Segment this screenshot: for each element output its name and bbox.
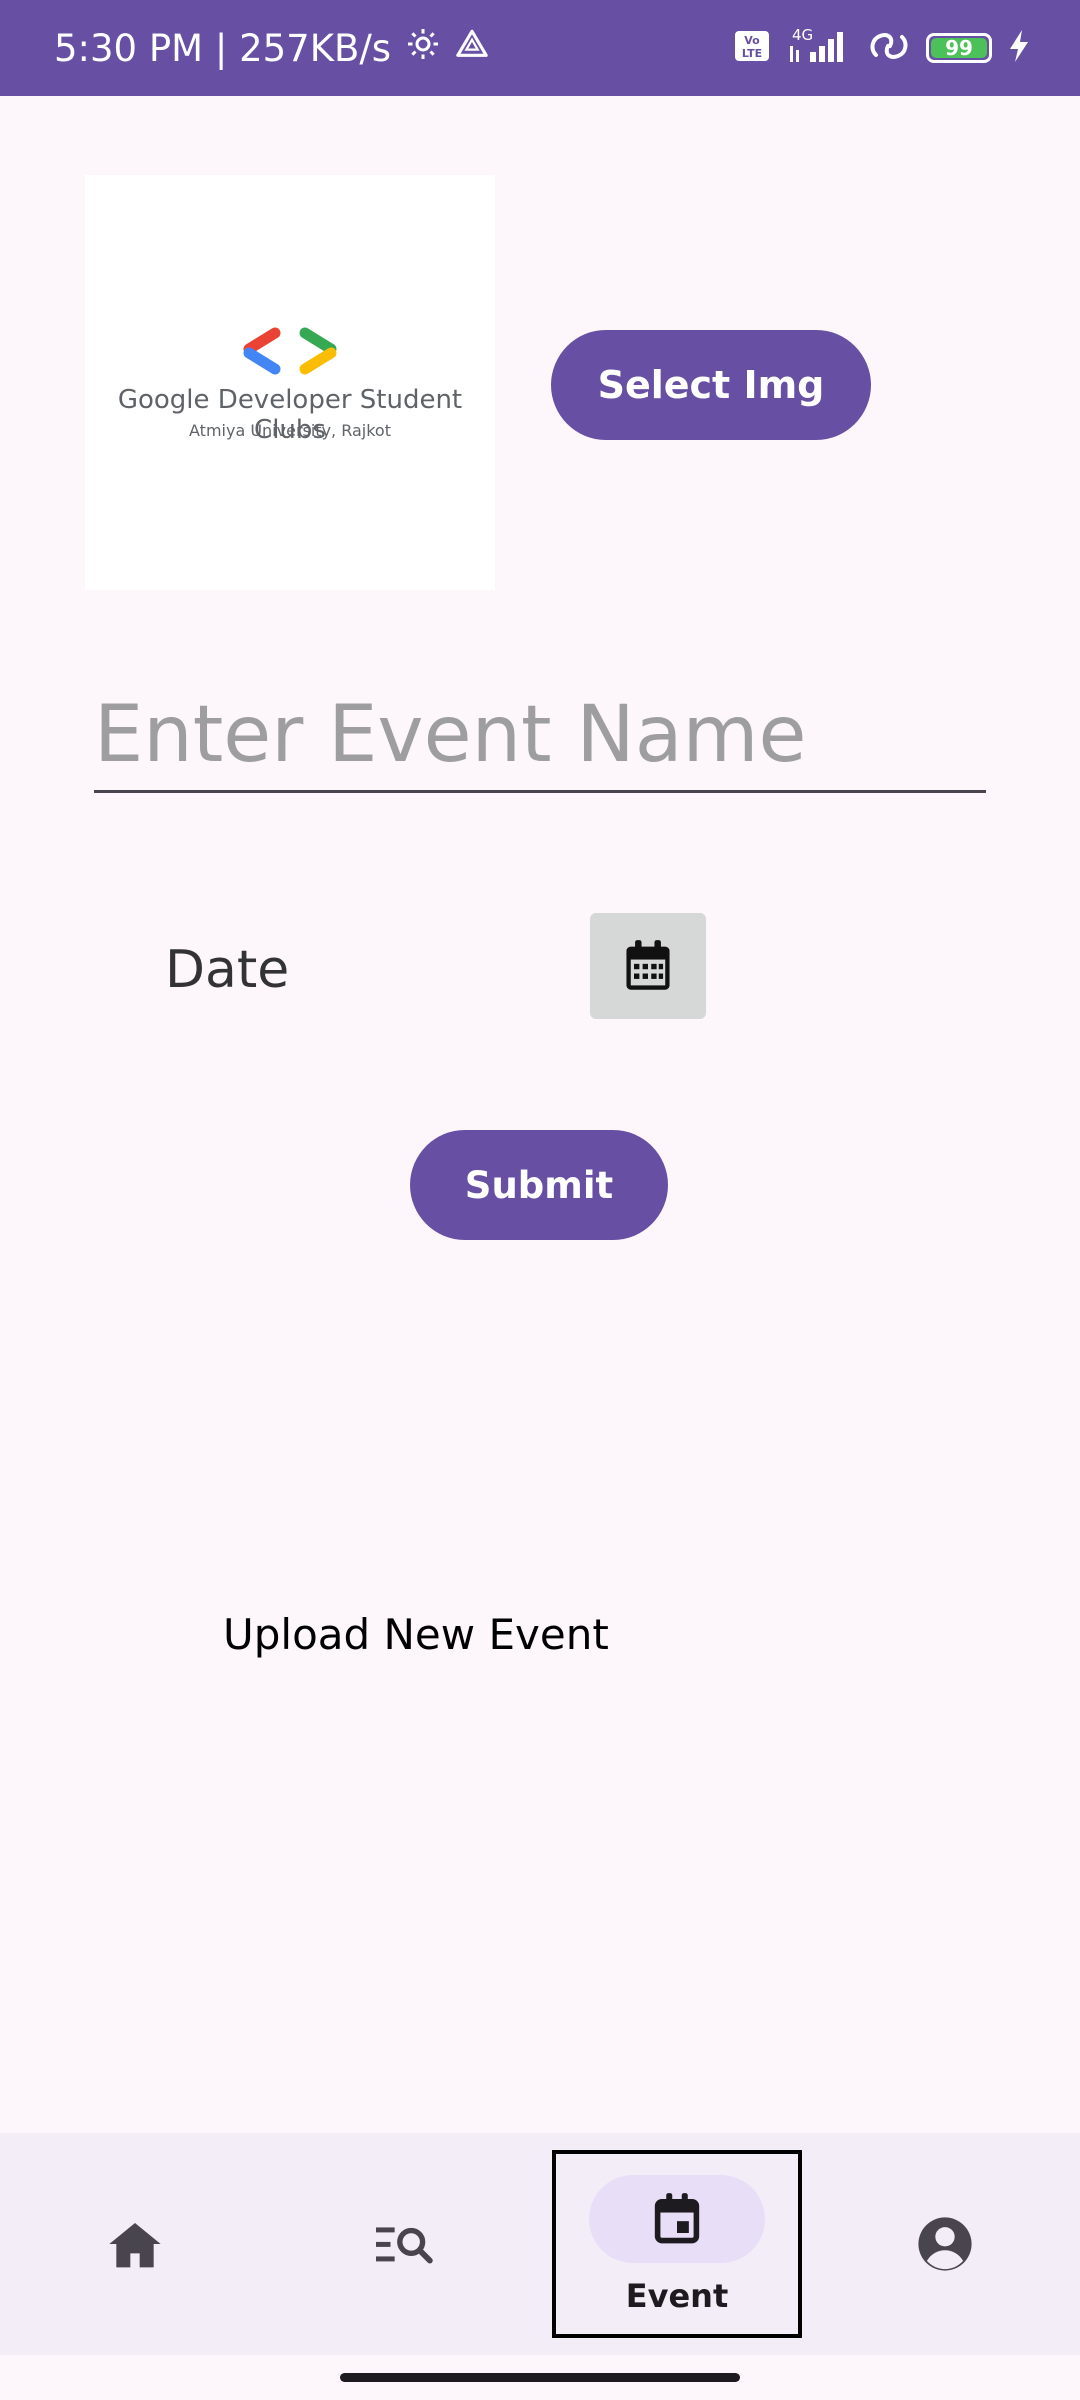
nav-active-indicator <box>589 2175 765 2263</box>
svg-text:4G: 4G <box>792 26 813 44</box>
calendar-event-icon <box>654 2193 700 2244</box>
gesture-handle[interactable] <box>340 2373 740 2382</box>
search-list-icon <box>376 2227 433 2264</box>
submit-button[interactable]: Submit <box>410 1130 668 1240</box>
svg-text:Vo: Vo <box>744 34 760 47</box>
nav-profile[interactable] <box>870 2133 1020 2355</box>
status-right: Vo LTE 4G 99 <box>734 0 1030 96</box>
svg-text:LTE: LTE <box>742 47 762 60</box>
settings-gear-icon <box>405 26 441 71</box>
battery-level: 99 <box>945 36 973 60</box>
charging-bolt-icon <box>1008 29 1030 68</box>
status-bar: 5:30 PM | 257KB/s Vo LTE 4G 99 <box>0 0 1080 96</box>
hotspot-link-icon <box>868 27 910 70</box>
select-image-button[interactable]: Select Img <box>551 330 871 440</box>
event-name-input[interactable] <box>94 680 986 793</box>
date-picker-button[interactable] <box>590 913 706 1019</box>
logo-subtitle: Atmiya University, Rajkot <box>189 421 391 440</box>
home-icon <box>109 2223 161 2268</box>
signal-4g-icon: 4G <box>786 26 852 71</box>
event-image-preview: Google Developer Student Clubs Atmiya Un… <box>85 175 495 590</box>
date-label: Date <box>165 940 290 1000</box>
bottom-navigation: Event <box>0 2133 1080 2355</box>
status-time-speed: 5:30 PM | 257KB/s <box>54 26 392 70</box>
nav-event[interactable]: Event <box>552 2150 802 2338</box>
nav-event-label: Event <box>625 2277 729 2315</box>
upload-caption: Upload New Event <box>223 1610 609 1659</box>
gdsc-logo-icon <box>243 327 337 375</box>
calendar-icon <box>626 940 670 990</box>
battery-indicator: 99 <box>926 33 992 63</box>
drive-triangle-icon <box>455 27 489 70</box>
status-left: 5:30 PM | 257KB/s <box>54 0 489 96</box>
account-circle-icon <box>918 2217 972 2271</box>
volte-icon: Vo LTE <box>734 30 770 67</box>
nav-search[interactable] <box>330 2133 480 2355</box>
nav-home[interactable] <box>60 2133 210 2355</box>
